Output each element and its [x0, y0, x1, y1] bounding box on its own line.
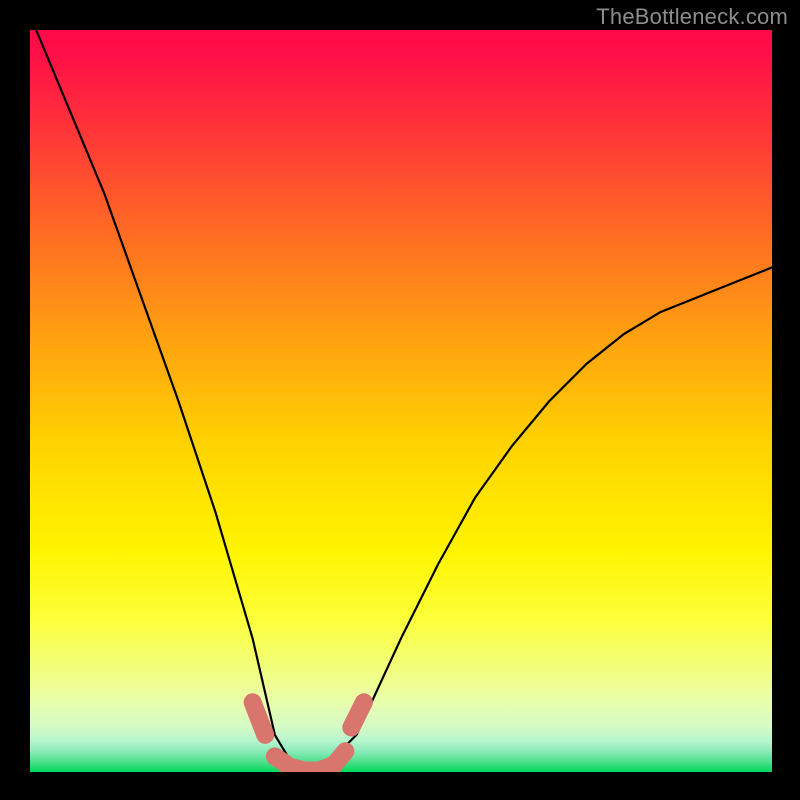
- watermark-text: TheBottleneck.com: [596, 4, 788, 30]
- chart-stage: TheBottleneck.com: [0, 0, 800, 800]
- plot-area: [30, 30, 772, 772]
- background-gradient: [30, 30, 772, 772]
